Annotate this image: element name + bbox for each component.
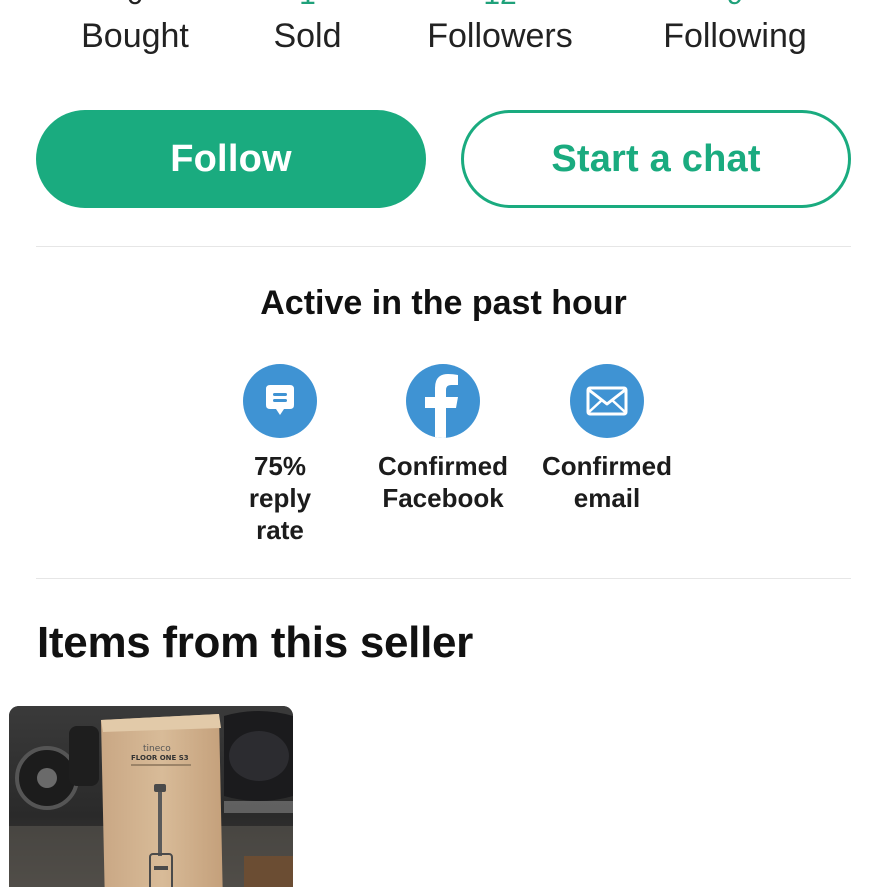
stat-label: Bought	[81, 17, 189, 55]
badge-reply-rate: 75% reply rate	[205, 364, 355, 546]
divider	[36, 578, 851, 579]
stat-label: Following	[663, 17, 807, 55]
divider	[36, 246, 851, 247]
badge-confirmed-email: Confirmed email	[532, 364, 682, 514]
badge-line: email	[573, 483, 641, 513]
badge-label: Confirmed email	[532, 450, 682, 514]
envelope-icon	[570, 364, 644, 438]
stat-value: 0	[60, 0, 210, 12]
badge-line: Confirmed	[378, 451, 508, 481]
stat-value: 12	[405, 0, 595, 12]
follow-button[interactable]: Follow	[36, 110, 426, 208]
stat-following[interactable]: 9 Following	[640, 0, 830, 56]
svg-text:tineco: tineco	[143, 744, 171, 754]
start-chat-button[interactable]: Start a chat	[461, 110, 851, 208]
stat-value: 1	[245, 0, 370, 12]
stat-sold[interactable]: 1 Sold	[245, 0, 370, 56]
stat-bought[interactable]: 0 Bought	[60, 0, 210, 56]
chat-bubble-icon	[243, 364, 317, 438]
stat-value: 9	[640, 0, 830, 12]
badge-line: reply	[248, 483, 312, 513]
seller-stats: 0 Bought 1 Sold 12 Followers 9 Following	[0, 0, 887, 78]
stat-label: Sold	[273, 17, 342, 55]
badge-line: Facebook	[382, 483, 504, 513]
badge-line: rate	[256, 515, 304, 545]
badge-line: 75%	[253, 451, 307, 481]
item-card[interactable]: tineco FLOOR ONE S3	[9, 706, 293, 887]
seller-profile-page: 0 Bought 1 Sold 12 Followers 9 Following…	[0, 0, 887, 887]
items-section-title: Items from this seller	[37, 618, 473, 667]
badge-confirmed-facebook: Confirmed Facebook	[368, 364, 518, 514]
badge-label: 75% reply rate	[205, 450, 355, 546]
stat-followers[interactable]: 12 Followers	[405, 0, 595, 56]
facebook-icon	[406, 364, 480, 438]
activity-status: Active in the past hour	[260, 284, 627, 322]
item-photo: tineco FLOOR ONE S3	[9, 706, 293, 887]
badge-line: Confirmed	[542, 451, 672, 481]
svg-text:FLOOR ONE S3: FLOOR ONE S3	[131, 754, 189, 762]
stat-label: Followers	[427, 17, 573, 55]
badge-label: Confirmed Facebook	[368, 450, 518, 514]
